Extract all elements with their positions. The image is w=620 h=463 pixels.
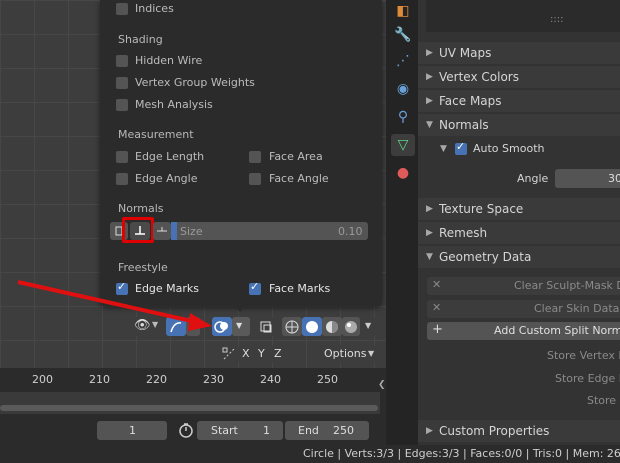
timeline-tick: 200 (32, 373, 53, 386)
material-tab[interactable]: ● (391, 162, 415, 184)
status-bar: Circle | Verts:3/3 | Edges:3/3 | Faces:0… (0, 445, 620, 463)
chevron-right-icon: ▶ (426, 48, 433, 58)
store-vertex-bevel-label: Store Vertex Be (547, 349, 620, 362)
start-frame-field[interactable]: Start 1 (197, 421, 283, 440)
timeline-tick: 210 (89, 373, 110, 386)
geometry-data-label: Geometry Data (439, 250, 532, 264)
timeline-tick: 250 (317, 373, 338, 386)
timeline-tick: 230 (203, 373, 224, 386)
list-box[interactable]: :::: (426, 0, 620, 32)
store-bevel-label: Store Be (587, 394, 620, 407)
auto-smooth-checkbox[interactable] (455, 140, 467, 155)
texture-space-label: Texture Space (439, 202, 524, 216)
current-frame-value: 1 (129, 424, 136, 437)
end-value: 250 (333, 424, 354, 437)
store-edge-bevel-label: Store Edge Be (555, 372, 620, 385)
grip-handle-icon: :::: (550, 14, 564, 25)
clear-sculpt-label: Clear Sculpt-Mask Da (514, 279, 620, 292)
chevron-left-icon[interactable]: ❮ (378, 380, 386, 390)
mesh-data-icon: ▽ (397, 137, 409, 153)
plus-icon: + (432, 322, 443, 337)
modifier-tab[interactable]: 🔧 (391, 24, 415, 46)
timeline-tick: 240 (260, 373, 281, 386)
data-tab[interactable]: ▽ (391, 134, 415, 156)
particles-icon: ⋰ (396, 53, 410, 69)
particles-tab[interactable]: ⋰ (391, 50, 415, 72)
clear-skin-label: Clear Skin Data (534, 302, 620, 315)
vertex-colors-label: Vertex Colors (439, 70, 519, 84)
auto-smooth-label: Auto Smooth (473, 142, 545, 155)
timeline-scrollbar[interactable] (0, 405, 378, 411)
chevron-down-icon: ▼ (426, 120, 433, 130)
object-tab[interactable]: ◧ (391, 0, 415, 22)
physics-icon: ◉ (396, 81, 410, 97)
current-frame-field[interactable]: 1 (97, 421, 167, 440)
end-frame-field[interactable]: End 250 (285, 421, 369, 440)
status-text: Circle | Verts:3/3 | Edges:3/3 | Faces:0… (303, 447, 620, 460)
face-maps-label: Face Maps (439, 94, 502, 108)
material-icon: ● (396, 165, 410, 181)
angle-value: 30 (608, 172, 620, 185)
chevron-down-icon: ▼ (440, 144, 447, 154)
chevron-right-icon: ▶ (426, 426, 433, 436)
annotation-arrow (17, 280, 212, 331)
constraints-tab[interactable]: ⚲ (391, 106, 415, 128)
start-value: 1 (263, 424, 270, 437)
clear-skin-data-button[interactable]: ✕ Clear Skin Data (427, 300, 620, 318)
constraints-icon: ⚲ (397, 109, 409, 125)
chevron-right-icon: ▶ (426, 72, 433, 82)
wrench-icon: 🔧 (394, 27, 412, 43)
chevron-down-icon: ▼ (426, 252, 433, 262)
clear-sculpt-mask-button[interactable]: ✕ Clear Sculpt-Mask Da (427, 277, 620, 295)
custom-properties-label: Custom Properties (439, 424, 550, 438)
close-icon: ✕ (432, 278, 442, 291)
angle-label: Angle (517, 172, 549, 185)
start-label: Start (211, 424, 238, 437)
remesh-label: Remesh (439, 226, 488, 240)
add-split-label: Add Custom Split Normal (494, 324, 620, 337)
chevron-right-icon: ▶ (426, 96, 433, 106)
uv-maps-label: UV Maps (439, 46, 492, 60)
chevron-right-icon: ▶ (426, 228, 433, 238)
chevron-right-icon: ▶ (426, 204, 433, 214)
stopwatch-icon[interactable] (178, 422, 194, 438)
physics-tab[interactable]: ◉ (391, 78, 415, 100)
timeline-tick: 220 (146, 373, 167, 386)
object-icon: ◧ (396, 3, 410, 19)
normals-label: Normals (439, 118, 489, 132)
angle-field[interactable]: 30 (555, 169, 620, 188)
add-custom-split-normals-button[interactable]: + Add Custom Split Normal (427, 322, 620, 340)
close-icon: ✕ (432, 301, 442, 314)
end-label: End (298, 424, 319, 437)
